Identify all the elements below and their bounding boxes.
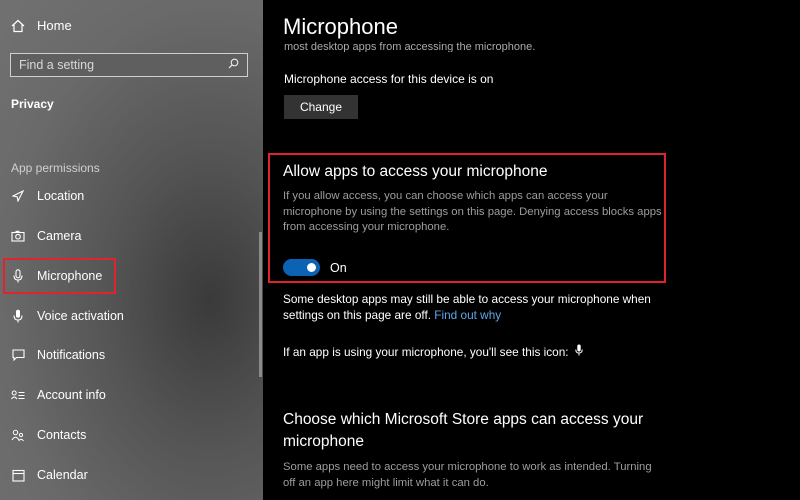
change-button[interactable]: Change	[284, 95, 358, 119]
page-title: Microphone	[283, 14, 398, 39]
search-input[interactable]: Find a setting	[10, 53, 248, 77]
sidebar-item-label: Notifications	[37, 348, 106, 362]
store-apps-heading: Choose which Microsoft Store apps can ac…	[283, 411, 644, 450]
sidebar-item-label: Account info	[37, 388, 106, 402]
voice-activation-icon	[10, 309, 26, 323]
toggle-knob	[307, 263, 316, 272]
calendar-icon	[10, 469, 26, 482]
sidebar: Home Find a setting Privacy App permissi…	[0, 0, 263, 500]
section-title: Privacy	[11, 97, 54, 111]
search-placeholder: Find a setting	[19, 58, 95, 72]
home-label: Home	[37, 18, 72, 33]
microphone-highlight-frame	[3, 258, 116, 294]
sidebar-item-label: Calendar	[37, 468, 88, 482]
home-nav-item[interactable]: Home	[10, 18, 72, 33]
store-apps-description: Some apps need to access your microphone…	[283, 461, 652, 489]
sidebar-item-notifications[interactable]: Notifications	[10, 344, 250, 366]
sidebar-item-camera[interactable]: Camera	[10, 225, 250, 247]
sidebar-item-label: Location	[37, 189, 85, 203]
toggle-state-label: On	[330, 261, 347, 275]
group-title: App permissions	[11, 161, 100, 175]
allow-apps-description: If you allow access, you can choose whic…	[283, 190, 662, 233]
home-icon	[10, 19, 26, 33]
sidebar-item-voice-activation[interactable]: Voice activation	[10, 305, 250, 327]
search-icon[interactable]	[228, 58, 239, 72]
sidebar-item-location[interactable]: Location	[10, 185, 250, 207]
notifications-icon	[10, 349, 26, 361]
location-icon	[10, 190, 26, 202]
sidebar-item-contacts[interactable]: Contacts	[10, 424, 250, 446]
scrolled-text: most desktop apps from accessing the mic…	[284, 42, 536, 52]
icon-note: If an app is using your microphone, you'…	[283, 344, 583, 359]
sidebar-item-label: Contacts	[37, 428, 87, 442]
account-info-icon	[10, 390, 26, 401]
sidebar-scrollbar[interactable]	[259, 232, 262, 377]
device-access-status: Microphone access for this device is on	[284, 72, 494, 86]
sidebar-item-label: Camera	[37, 229, 82, 243]
camera-icon	[10, 230, 26, 242]
sidebar-item-calendar[interactable]: Calendar	[10, 464, 250, 486]
sidebar-item-label: Voice activation	[37, 309, 124, 323]
allow-apps-heading: Allow apps to access your microphone	[283, 163, 548, 180]
sidebar-item-account-info[interactable]: Account info	[10, 384, 250, 406]
find-out-why-link[interactable]: Find out why	[434, 308, 501, 322]
icon-note-text: If an app is using your microphone, you'…	[283, 344, 569, 359]
contacts-icon	[10, 429, 26, 442]
main-content: Microphone most desktop apps from access…	[263, 0, 800, 500]
allow-apps-toggle[interactable]	[283, 259, 320, 276]
desktop-apps-note: Some desktop apps may still be able to a…	[283, 292, 683, 323]
microphone-in-use-icon	[574, 344, 583, 359]
